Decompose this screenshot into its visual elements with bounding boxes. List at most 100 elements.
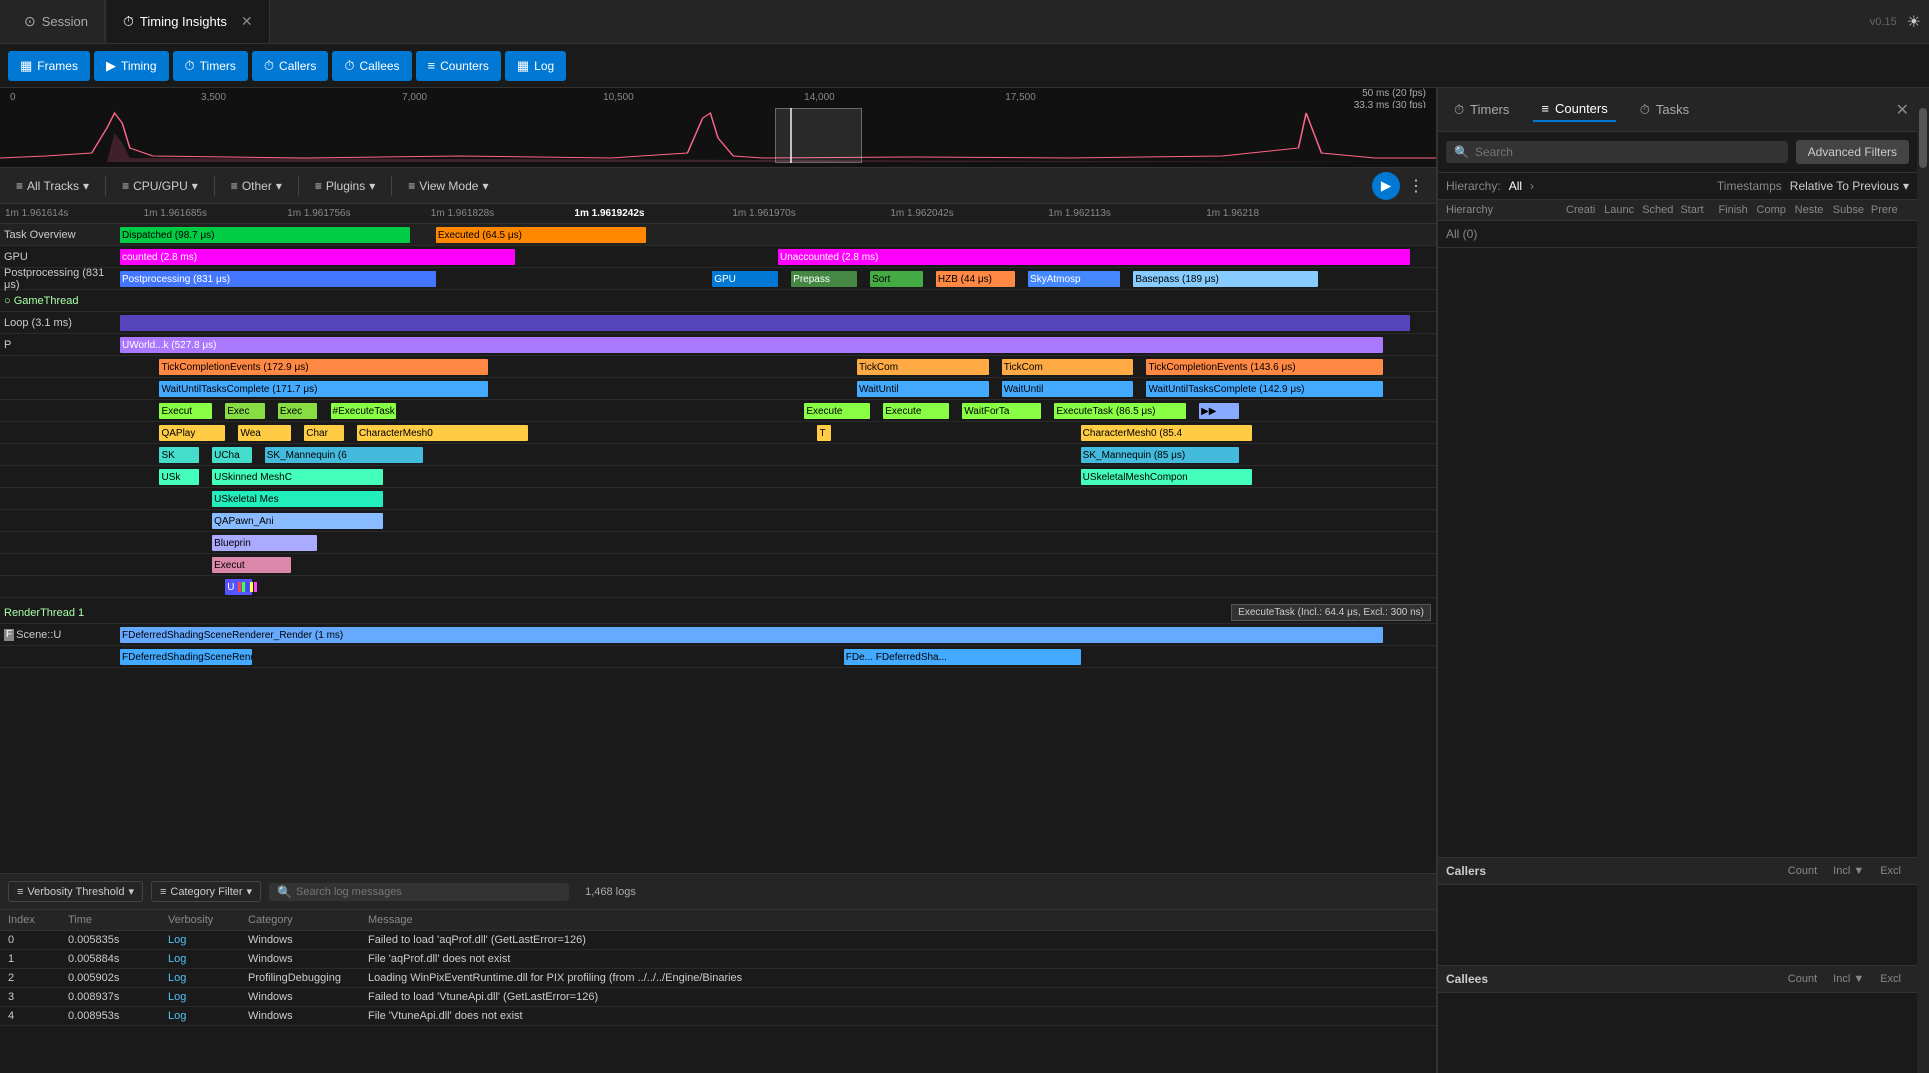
log-row[interactable]: 2 0.005902s Log ProfilingDebugging Loadi…	[0, 969, 1436, 988]
fdeferred-render-block[interactable]: FDe... FDeferredSha...	[844, 649, 1081, 665]
uworld-block[interactable]: UWorld...k (527.8 μs)	[120, 337, 1383, 353]
timeline-overview[interactable]: 0 3,500 7,000 10,500 14,000 17,500 50 ms…	[0, 88, 1436, 168]
timing-insights-tab[interactable]: ⏱ Timing Insights ✕	[107, 0, 270, 43]
callers-button[interactable]: ⏱ Callers	[252, 51, 328, 81]
hzb-block[interactable]: HZB (44 μs)	[936, 271, 1015, 287]
wea-block[interactable]: Wea	[238, 425, 291, 441]
right-scroll-thumb[interactable]	[1919, 108, 1927, 168]
timers-button[interactable]: ⏱ Timers	[173, 51, 248, 81]
view-mode-chevron: ▾	[482, 179, 488, 193]
qaplay-block[interactable]: QAPlay	[159, 425, 225, 441]
tick-com-block[interactable]: TickCom	[857, 359, 989, 375]
sk-mannequin-2-block[interactable]: SK_Mannequin (85 μs)	[1081, 447, 1239, 463]
basepass-block[interactable]: Basepass (189 μs)	[1133, 271, 1317, 287]
wait-until-tasks-block[interactable]: WaitUntilTasksComplete (142.9 μs)	[1146, 381, 1383, 397]
tick-completion-block[interactable]: TickCompletionEvents (172.9 μs)	[159, 359, 488, 375]
other-button[interactable]: ≡ Other ▾	[223, 175, 290, 197]
all-tracks-button[interactable]: ≡ All Tracks ▾	[8, 175, 97, 197]
character-mesh0-2-block[interactable]: CharacterMesh0 (85.4	[1081, 425, 1252, 441]
execute-task-block[interactable]: #ExecuteTask (64...	[331, 403, 397, 419]
execute-4-block[interactable]: Execute	[883, 403, 949, 419]
qapawn-ani-block[interactable]: QAPawn_Ani	[212, 513, 383, 529]
t-block[interactable]: T	[817, 425, 830, 441]
exec-block[interactable]: Exec	[225, 403, 264, 419]
sk-mannequin-block[interactable]: SK_Mannequin (6	[265, 447, 423, 463]
advanced-filters-button[interactable]: Advanced Filters	[1796, 140, 1909, 164]
callees-count-col[interactable]: Count	[1780, 973, 1825, 985]
sort-block[interactable]: Sort	[870, 271, 923, 287]
wait-until-3-block[interactable]: WaitUntil	[1002, 381, 1134, 397]
category-filter-button[interactable]: ≡ Category Filter ▾	[151, 881, 261, 902]
tick-completion-2-block[interactable]: TickCompletionEvents (143.6 μs)	[1146, 359, 1383, 375]
right-scrollbar[interactable]	[1917, 88, 1929, 1073]
view-mode-button[interactable]: ≡ View Mode ▾	[400, 175, 496, 197]
right-panel-close-icon[interactable]: ✕	[1896, 100, 1909, 120]
log-row[interactable]: 0 0.005835s Log Windows Failed to load '…	[0, 931, 1436, 950]
callers-count-col[interactable]: Count	[1780, 865, 1825, 877]
tick-com-2-block[interactable]: TickCom	[1002, 359, 1134, 375]
postprocessing-block[interactable]: Postprocessing (831 μs)	[120, 271, 436, 287]
exec-2-block[interactable]: Exec	[278, 403, 317, 419]
execut-block[interactable]: Execut	[159, 403, 212, 419]
gpu-unaccounted-left[interactable]: counted (2.8 ms)	[120, 249, 515, 265]
timestamps-dropdown[interactable]: Relative To Previous ▾	[1790, 179, 1909, 193]
callees-excl-col[interactable]: Excl	[1872, 973, 1909, 985]
log-button[interactable]: ▦ Log	[505, 51, 566, 81]
log-row[interactable]: 4 0.008953s Log Windows File 'VtuneApi.d…	[0, 1007, 1436, 1026]
log-search-wrap[interactable]: 🔍	[269, 883, 569, 901]
search-input-wrap[interactable]: 🔍	[1446, 141, 1788, 163]
character-mesh0-block[interactable]: CharacterMesh0	[357, 425, 528, 441]
fdeferred-block[interactable]: FDeferredShadingSceneRenderer_Render (1 …	[120, 627, 1383, 643]
waitforta-block[interactable]: WaitForTa	[962, 403, 1041, 419]
skyatmos-block[interactable]: SkyAtmosp	[1028, 271, 1120, 287]
tab-close-icon[interactable]: ✕	[241, 13, 253, 30]
plugins-button[interactable]: ≡ Plugins ▾	[307, 175, 383, 197]
execute-task-2-block[interactable]: ExecuteTask (86.5 μs)	[1054, 403, 1186, 419]
theme-icon[interactable]: ☀	[1907, 12, 1921, 32]
right-tab-tasks[interactable]: ⏱ Tasks	[1632, 98, 1697, 122]
execute-task-tooltip: ExecuteTask (Incl.: 64.4 μs, Excl.: 300 …	[1231, 604, 1431, 621]
wait-until-2-block[interactable]: WaitUntil	[857, 381, 989, 397]
loop-block[interactable]	[120, 315, 1410, 331]
callers-incl-col[interactable]: Incl ▼	[1825, 865, 1872, 877]
uskinned-block[interactable]: USkinned MeshC	[212, 469, 383, 485]
prepass-block[interactable]: Prepass	[791, 271, 857, 287]
log-row[interactable]: 3 0.008937s Log Windows Failed to load '…	[0, 988, 1436, 1007]
callees-incl-col[interactable]: Incl ▼	[1825, 973, 1872, 985]
cpu-gpu-button[interactable]: ≡ CPU/GPU ▾	[114, 175, 206, 197]
uskeletal-mes-block[interactable]: USkeletal Mes	[212, 491, 383, 507]
gpu-block[interactable]: GPU	[712, 271, 778, 287]
callers-excl-col[interactable]: Excl	[1872, 865, 1909, 877]
callees-button[interactable]: ⏱ Callees	[332, 51, 411, 81]
right-tab-timers[interactable]: ⏱ Timers	[1446, 98, 1517, 122]
play-button[interactable]: ▶	[1372, 172, 1400, 200]
timestamps-chevron: ▾	[1903, 179, 1909, 193]
execut-sub-block[interactable]: Execut	[212, 557, 291, 573]
counters-button[interactable]: ≡ Counters	[416, 51, 501, 81]
verbosity-threshold-button[interactable]: ≡ Verbosity Threshold ▾	[8, 881, 143, 902]
char-block[interactable]: Char	[304, 425, 343, 441]
gpu-unaccounted-right[interactable]: Unaccounted (2.8 ms)	[778, 249, 1410, 265]
frames-button[interactable]: ▦ Frames	[8, 51, 90, 81]
more-button[interactable]: ⋮	[1404, 172, 1428, 200]
log-row[interactable]: 1 0.005884s Log Windows File 'aqProf.dll…	[0, 950, 1436, 969]
session-tab[interactable]: ⊙ Session	[8, 0, 105, 43]
ruler-17500: 17,500	[1005, 92, 1036, 103]
blueprin-block[interactable]: Blueprin	[212, 535, 317, 551]
postprocessing-viz: Postprocessing (831 μs) GPU Prepass Sort…	[120, 268, 1436, 289]
usk-block[interactable]: USk	[159, 469, 198, 485]
uskeletal-row: USkeletal Mes	[0, 488, 1436, 510]
uskeletal-compon-block[interactable]: USkeletalMeshCompon	[1081, 469, 1252, 485]
dispatched-block[interactable]: Dispatched (98.7 μs)	[120, 227, 410, 243]
execute-3-block[interactable]: Execute	[804, 403, 870, 419]
right-tab-counters[interactable]: ≡ Counters	[1533, 97, 1615, 122]
executed-block[interactable]: Executed (64.5 μs)	[436, 227, 647, 243]
wait-until-block[interactable]: WaitUntilTasksComplete (171.7 μs)	[159, 381, 488, 397]
fdeferred-lower-block[interactable]: FDeferredShadingSceneRender...	[120, 649, 252, 665]
timing-button[interactable]: ▶ Timing	[94, 51, 169, 81]
ucha-block[interactable]: UCha	[212, 447, 251, 463]
right-search-input[interactable]	[1475, 145, 1780, 159]
callees-content	[1438, 993, 1917, 1073]
sk-block[interactable]: SK	[159, 447, 198, 463]
log-search-input[interactable]	[296, 886, 561, 898]
